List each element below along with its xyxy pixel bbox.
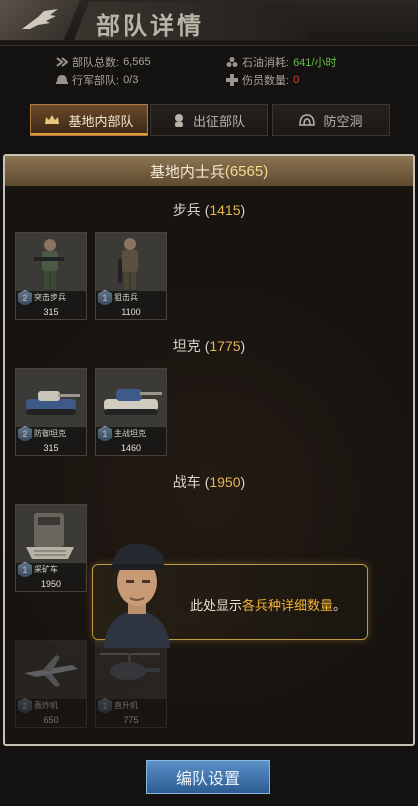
category-vehicle-heading: 战车 (1950) <box>172 474 246 490</box>
tab-bunker[interactable]: 防空洞 <box>272 104 390 136</box>
category-name: 步兵 <box>172 202 201 218</box>
wounded-label: 伤员数量: <box>242 75 290 87</box>
category-infantry-heading: 步兵 (1415) <box>172 202 246 218</box>
assault-infantry-portrait <box>16 233 86 291</box>
formation-settings-button[interactable]: 编队设置 <box>146 760 270 794</box>
page-title: 部队详情 <box>96 12 204 40</box>
total-troops-label: 部队总数: <box>72 57 120 69</box>
unit-name: 轰炸机 <box>16 699 86 713</box>
oil-value: 641/小时 <box>293 57 337 69</box>
unit-name: 主战坦克 <box>96 427 166 441</box>
unit-card[interactable]: 2 轰炸机 650 <box>15 640 87 728</box>
defense-tank-portrait <box>16 369 86 427</box>
category-name: 战车 <box>172 474 201 490</box>
tab-label: 防空洞 <box>323 113 363 129</box>
unit-card[interactable]: 1 采矿车 1950 <box>15 504 87 592</box>
troops-icon <box>56 57 68 67</box>
sniper-portrait <box>96 233 166 291</box>
march-value: 0/3 <box>123 74 139 86</box>
unit-count: 1100 <box>96 305 166 319</box>
helmet-icon <box>56 75 68 84</box>
march-stat: 行军部队: 0/3 <box>56 72 138 88</box>
troops-panel: 基地内士兵 (6565) 步兵 (1415) 2 突击步兵 315 1 狙击兵 1… <box>3 154 415 746</box>
tooltip-text-after: 。 <box>333 598 347 613</box>
unit-name: 采矿车 <box>16 563 86 577</box>
tooltip-text-highlight: 各兵种详细数量 <box>242 598 334 613</box>
category-tank-heading: 坦克 (1775) <box>172 338 246 354</box>
formation-settings-label: 编队设置 <box>175 771 240 788</box>
back-button[interactable] <box>0 0 80 40</box>
category-count: 1950 <box>209 474 241 490</box>
unit-count: 1460 <box>96 441 166 455</box>
soldier-icon <box>174 114 183 127</box>
top-bar: 部队详情 <box>0 0 418 46</box>
unit-name: 突击步兵 <box>16 291 86 305</box>
march-label: 行军部队: <box>72 75 120 87</box>
panel-header: 基地内士兵 (6565) <box>5 156 413 186</box>
total-troops-stat: 部队总数: 6,565 <box>56 54 151 70</box>
tab-label: 出征部队 <box>192 113 245 129</box>
tab-expedition-troops[interactable]: 出征部队 <box>150 104 268 136</box>
bunker-icon <box>299 114 316 126</box>
crown-icon <box>45 115 60 124</box>
tab-label: 基地内部队 <box>68 113 134 129</box>
unit-count: 775 <box>96 713 166 727</box>
unit-card[interactable]: 1 直升机 775 <box>95 640 167 728</box>
unit-name: 直升机 <box>96 699 166 713</box>
category-name: 坦克 <box>172 338 201 354</box>
panel-title: 基地内士兵 <box>149 163 225 181</box>
medical-cross-icon <box>226 74 238 86</box>
unit-name: 狙击兵 <box>96 291 166 305</box>
helicopter-portrait <box>96 641 166 699</box>
tooltip-text-before: 此处显示 <box>190 598 243 613</box>
unit-count: 1950 <box>16 577 86 591</box>
oil-barrels-icon <box>226 57 238 67</box>
oil-label: 石油消耗: <box>242 57 290 69</box>
bomber-portrait <box>16 641 86 699</box>
total-troops-value: 6,565 <box>123 56 151 68</box>
category-count: 1775 <box>209 338 241 354</box>
advisor-portrait <box>104 543 170 648</box>
unit-count: 650 <box>16 713 86 727</box>
oil-consumption-stat: 石油消耗: 641/小时 <box>226 54 336 70</box>
tab-base-troops[interactable]: 基地内部队 <box>30 104 148 136</box>
unit-name: 防御坦克 <box>16 427 86 441</box>
unit-count: 315 <box>16 305 86 319</box>
panel-title-count: (6565) <box>224 162 269 180</box>
unit-card[interactable]: 1 狙击兵 1100 <box>95 232 167 320</box>
wounded-stat: 伤员数量: 0 <box>226 72 299 88</box>
tab-bar: 基地内部队 出征部队 防空洞 <box>0 104 418 138</box>
main-battle-tank-portrait <box>96 369 166 427</box>
tooltip-message: 此处显示各兵种详细数量。 <box>190 595 346 614</box>
unit-card[interactable]: 2 防御坦克 315 <box>15 368 87 456</box>
unit-count: 315 <box>16 441 86 455</box>
wounded-value: 0 <box>293 74 300 86</box>
category-count: 1415 <box>209 202 241 218</box>
eagle-icon <box>22 9 58 29</box>
stats-area: 部队总数: 6,565 石油消耗: 641/小时 行军部队: 0/3 伤员数量:… <box>0 52 418 92</box>
mining-vehicle-portrait <box>16 505 86 563</box>
unit-card[interactable]: 1 主战坦克 1460 <box>95 368 167 456</box>
unit-card[interactable]: 2 突击步兵 315 <box>15 232 87 320</box>
